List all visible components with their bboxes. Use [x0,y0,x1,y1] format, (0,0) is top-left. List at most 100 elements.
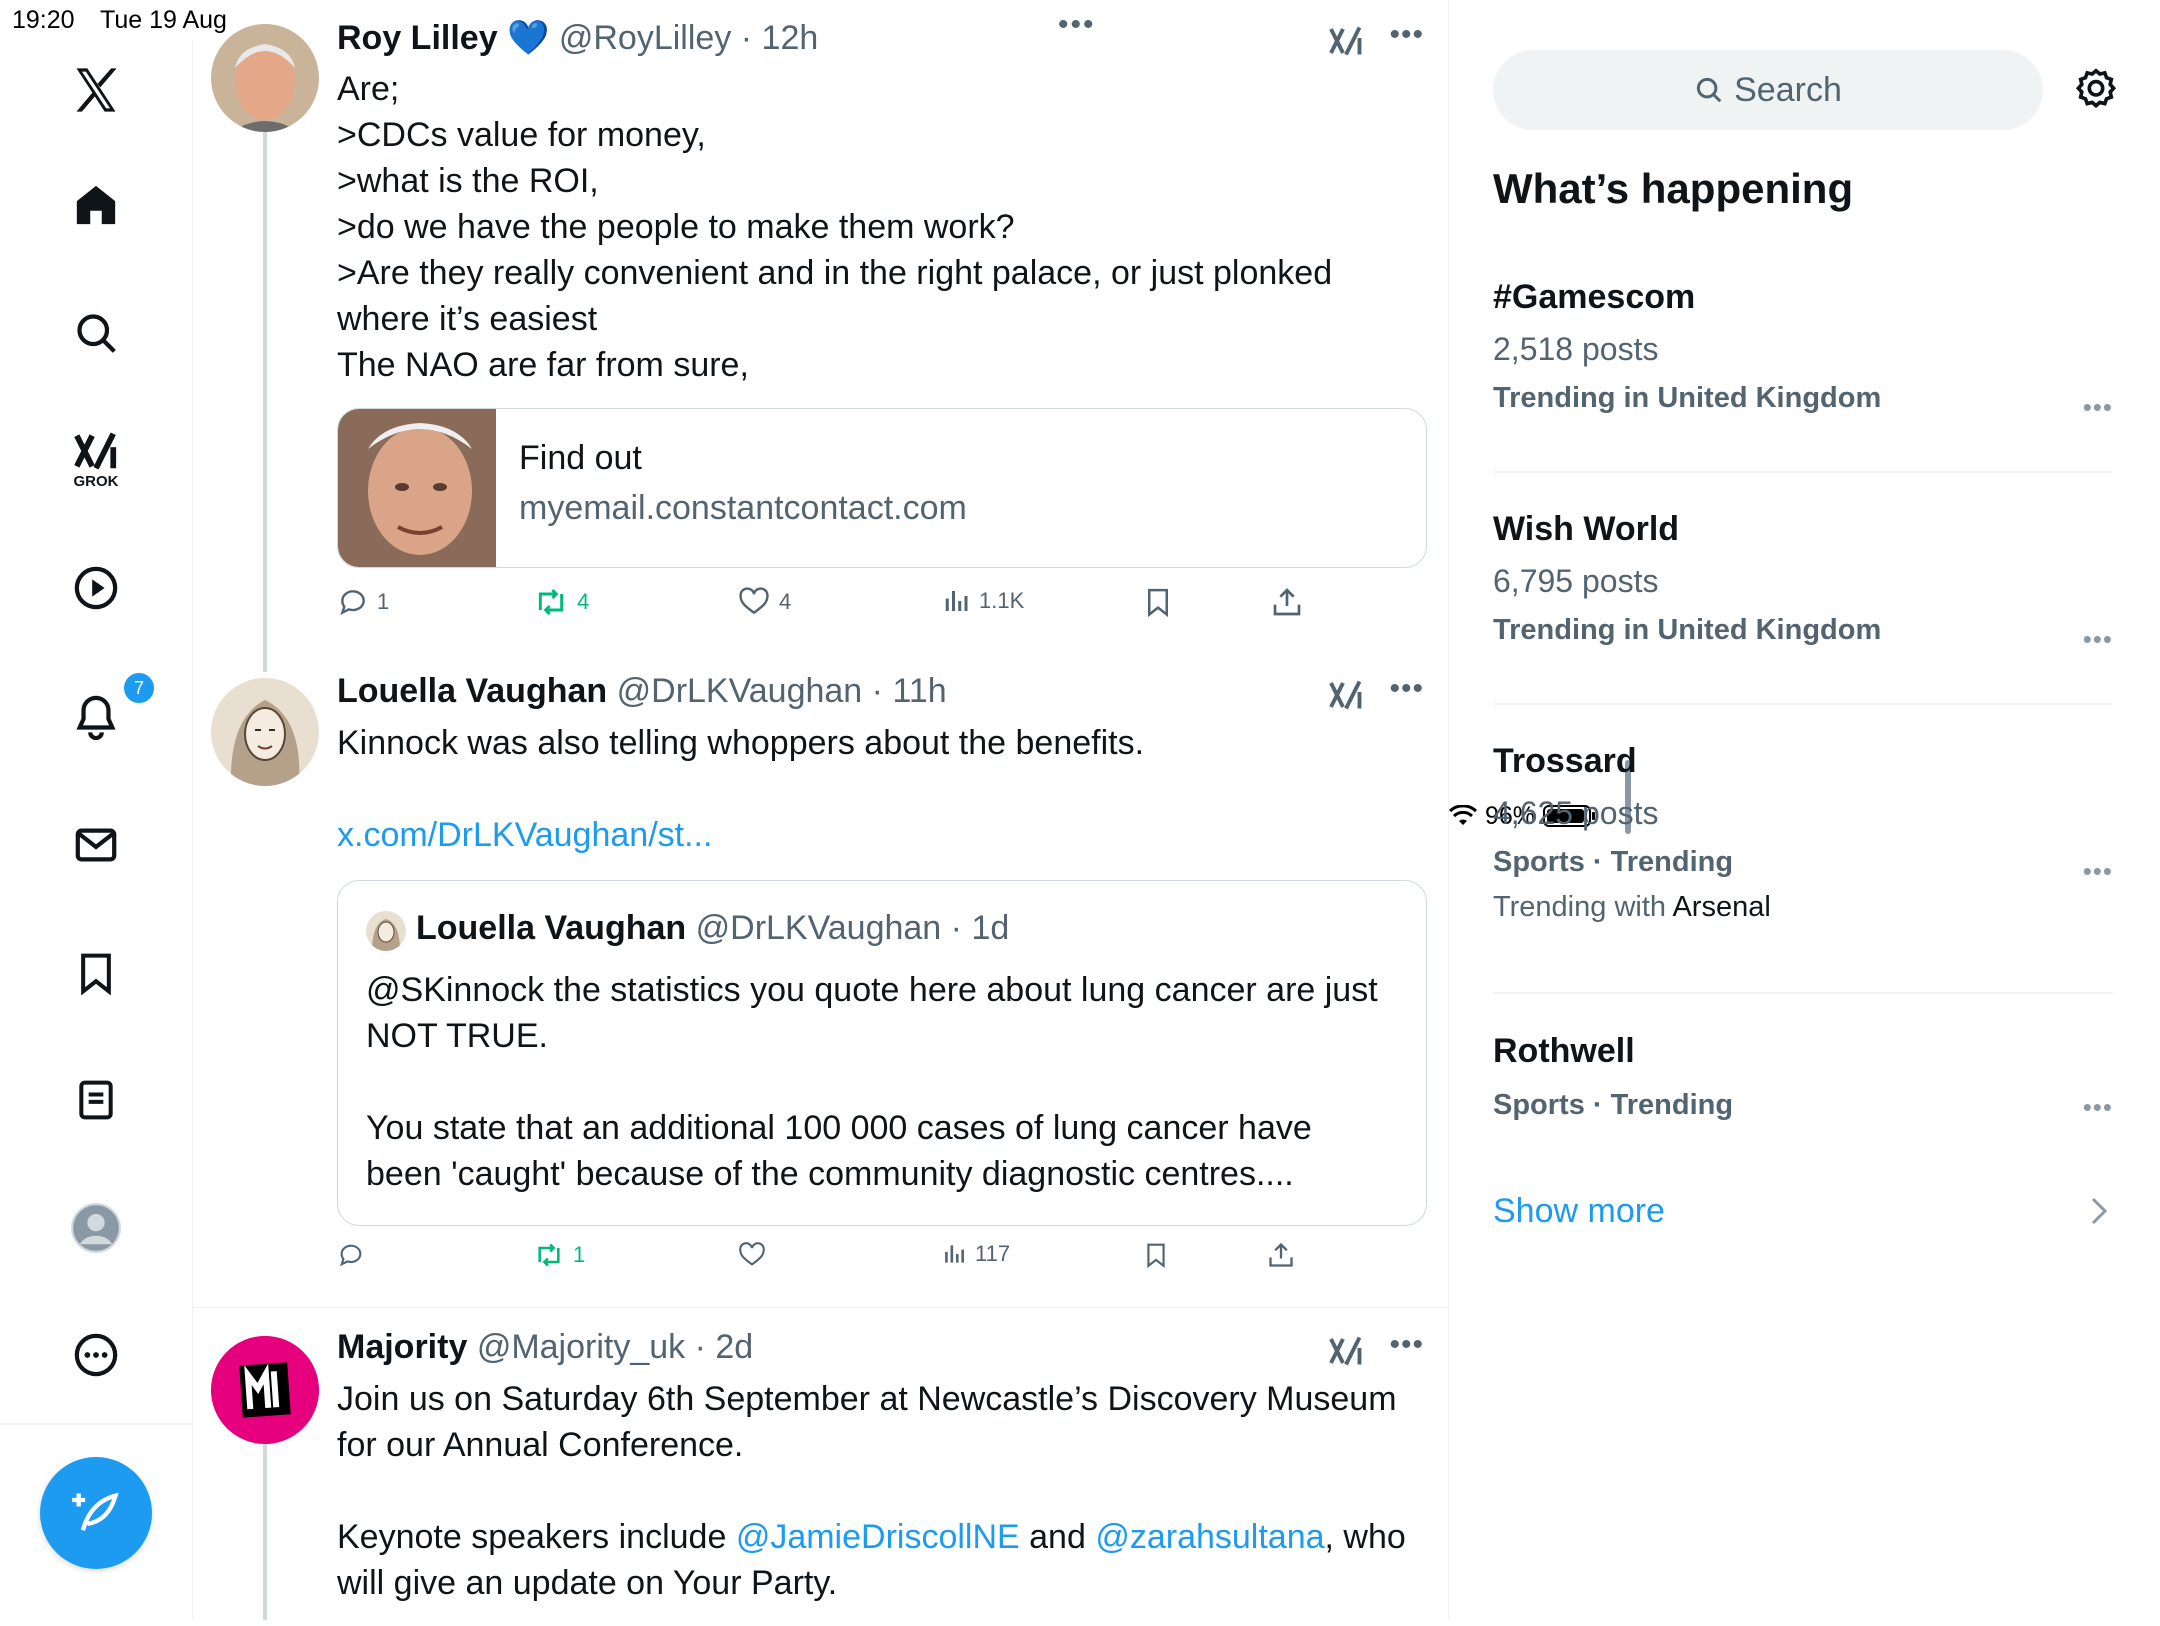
views-chart-icon [945,1245,964,1263]
nav-profile[interactable] [56,1188,136,1268]
show-more-link[interactable]: Show more [1493,1192,1665,1231]
search-input[interactable]: Search [1493,50,2043,130]
trend-more-icon[interactable]: ••• [2083,624,2113,655]
tweet-time[interactable]: · 2d [695,1328,754,1366]
verified-heart-icon: 💙 [507,19,550,57]
tweet-time[interactable]: · 12h [741,19,819,57]
views-button[interactable]: 117 [941,1241,1010,1267]
link-card-title: Find out [519,439,642,477]
thread-line [263,132,267,672]
tweet-line: will give an update on Your Party. [337,1564,838,1602]
link-card-thumbnail [338,409,496,567]
author-name[interactable]: Louella Vaughan [337,672,607,710]
bookmark-icon [81,953,111,995]
tweet-more-icon[interactable]: ••• [1389,1328,1424,1362]
avatar[interactable] [211,24,319,132]
mention-link[interactable]: @JamieDriscollNE [736,1518,1020,1556]
trend-context: Trending in United Kingdom [1493,614,1882,646]
author-handle[interactable]: @Majority_uk [477,1328,685,1366]
tweet-text: Kinnock was also telling whoppers about … [337,720,1357,858]
trend-divider [1493,703,2113,705]
trend-name: #Gamescom [1493,278,1696,316]
trend-item[interactable]: Rothwell Sports · Trending ••• [1493,1032,2113,1122]
bookmark-button[interactable] [1143,1241,1169,1269]
trend-item[interactable]: Wish World 6,795 posts Trending in Unite… [1493,510,2113,654]
nav-divider [0,1423,192,1425]
search-icon [77,314,116,353]
like-button[interactable] [737,1241,775,1269]
share-button[interactable] [1267,1241,1295,1269]
views-chart-icon [945,591,968,611]
nav-grok[interactable]: GROK [56,420,136,500]
search-placeholder: Search [1734,70,1842,109]
reply-button[interactable] [337,1241,373,1269]
trend-name: Wish World [1493,510,1680,548]
settings-button[interactable] [2073,66,2119,117]
trend-posts: 6,795 posts [1493,563,1659,599]
grok-explain-icon[interactable] [1328,24,1364,63]
trend-more-icon[interactable]: ••• [2083,856,2113,887]
repost-button[interactable]: 1 [533,1241,585,1269]
share-button[interactable] [1271,586,1303,618]
nav-bookmarks[interactable] [56,933,136,1013]
tweet-time[interactable]: · 11h [872,672,947,710]
tweet-more-icon[interactable]: ••• [1389,672,1424,706]
trend-posts: 2,518 posts [1493,331,1659,367]
trend-more-icon[interactable]: ••• [2083,392,2113,423]
quote-author-handle: @DrLKVaughan [695,909,942,947]
nav-more[interactable] [56,1315,136,1395]
trend-more-icon[interactable]: ••• [2083,1092,2113,1123]
quote-line: NOT TRUE. [366,1017,548,1055]
quote-author-name: Louella Vaughan [416,909,687,947]
nav-messages[interactable] [56,805,136,885]
tweet-separator [193,1307,1448,1308]
author-handle[interactable]: @RoyLilley [559,19,731,57]
chevron-right-icon[interactable] [2089,1196,2109,1231]
author-name[interactable]: Majority [337,1328,467,1366]
nav-explore[interactable] [56,293,136,373]
notifications-badge: 7 [122,671,156,705]
avatar[interactable] [211,1336,319,1444]
avatar[interactable] [211,678,319,786]
tweet-actions: 1 4 4 1.1K [337,586,1337,626]
trend-name: Trossard [1493,742,1637,780]
nav-notifications[interactable]: 7 [56,671,156,757]
tweet-line: where it’s easiest [337,300,598,338]
views-button[interactable]: 1.1K [941,586,1024,616]
tweet-line: >Are they really convenient and in the r… [337,254,1333,292]
compose-button[interactable] [40,1457,152,1569]
trend-item[interactable]: Trossard 4,625 posts Sports · Trending T… [1493,742,2113,924]
nav-home[interactable] [56,165,136,245]
tweet-line: for our Annual Conference. [337,1426,744,1464]
like-count: 4 [779,589,792,614]
timeline: Roy Lilley 💙 @RoyLilley · 12h ••• Are; >… [193,0,1631,1620]
author-handle[interactable]: @DrLKVaughan [617,672,863,710]
like-button[interactable]: 4 [737,586,791,618]
x-logo-icon[interactable] [56,50,136,130]
reply-button[interactable]: 1 [337,586,389,618]
tweet-more-icon[interactable]: ••• [1389,18,1424,52]
link-card[interactable]: Find out myemail.constantcontact.com [337,408,1427,568]
tweet-actions: 1 117 [337,1241,1337,1281]
grok-explain-icon[interactable] [1328,678,1364,717]
author-name[interactable]: Roy Lilley [337,19,498,57]
quoted-tweet[interactable]: Louella Vaughan @DrLKVaughan · 1d @SKinn… [337,880,1427,1226]
views-count: 1.1K [979,588,1025,613]
nav-videos[interactable] [56,548,136,628]
tweet-text-segment: Keynote speakers include [337,1518,736,1556]
repost-count: 1 [573,1242,586,1267]
mention-link[interactable]: @zarahsultana [1095,1518,1324,1556]
repost-button[interactable]: 4 [533,586,589,618]
tweet-link[interactable]: x.com/DrLKVaughan/st... [337,812,1357,858]
trend-item[interactable]: #Gamescom 2,518 posts Trending in United… [1493,278,2113,422]
bookmark-button[interactable] [1143,586,1173,618]
search-icon [1697,77,1722,103]
nav-lists[interactable] [56,1060,136,1140]
repost-icon [538,1243,560,1267]
trend-with-prefix: Trending with [1493,891,1673,923]
quote-line: @SKinnock the statistics you quote here … [366,971,1378,1009]
trend-with-name: Arsenal [1672,891,1771,923]
grok-explain-icon[interactable] [1328,1334,1364,1373]
play-icon [74,566,118,610]
tweet-line: The NAO are far from sure, [337,346,749,384]
